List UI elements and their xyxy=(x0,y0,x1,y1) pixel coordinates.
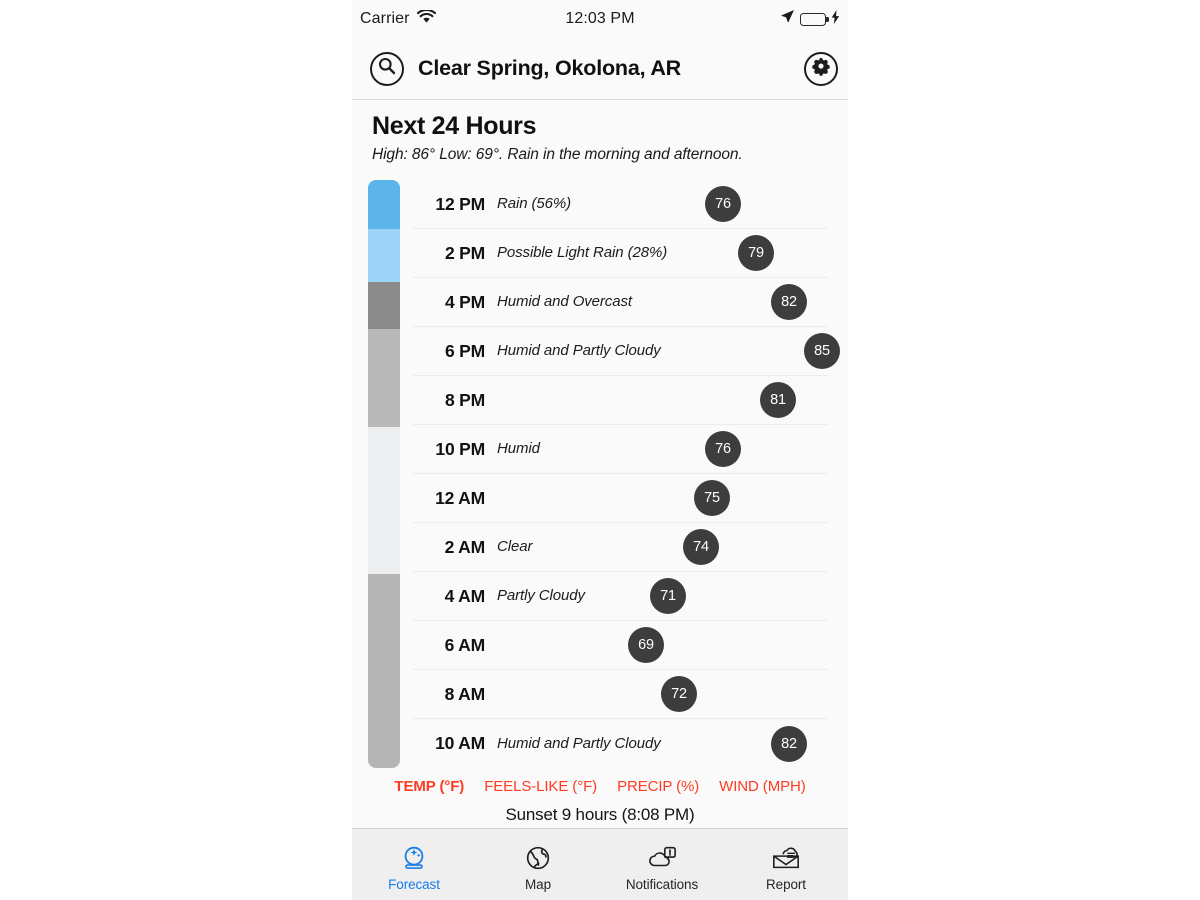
tab-report-label: Report xyxy=(766,876,806,892)
battery-icon xyxy=(800,12,829,26)
tab-notifications[interactable]: Notifications xyxy=(600,829,724,900)
hour-row[interactable]: 10 AM Humid and Partly Cloudy 82 xyxy=(413,719,828,768)
tab-forecast-label: Forecast xyxy=(388,876,440,892)
search-icon xyxy=(377,56,397,81)
temperature-bubble: 76 xyxy=(705,431,741,467)
hour-row[interactable]: 8 PM 81 xyxy=(413,376,828,425)
location-arrow-icon xyxy=(780,9,795,29)
temperature-bubble: 75 xyxy=(694,480,730,516)
nav-bar: Clear Spring, Okolona, AR xyxy=(352,38,848,100)
metric-tab[interactable]: TEMP (°F) xyxy=(394,778,464,795)
tab-notifications-label: Notifications xyxy=(625,876,699,892)
screenshot-canvas: Carrier 12:03 PM Clear Spring, Okolona, … xyxy=(0,0,1200,900)
settings-button[interactable] xyxy=(804,51,838,86)
section-header: Next 24 Hours High: 86° Low: 69°. Rain i… xyxy=(352,100,848,164)
sky-condition-bar xyxy=(368,180,400,768)
hour-row[interactable]: 6 PM Humid and Partly Cloudy 85 xyxy=(413,327,840,376)
temperature-bubble: 82 xyxy=(771,284,807,320)
hour-row[interactable]: 12 PM Rain (56%) 76 xyxy=(413,180,828,229)
phone-screen: Carrier 12:03 PM Clear Spring, Okolona, … xyxy=(352,0,848,900)
tab-report[interactable]: Report xyxy=(724,829,848,900)
metric-tab[interactable]: FEELS-LIKE (°F) xyxy=(484,778,597,795)
globe-icon xyxy=(523,842,553,874)
status-bar-right xyxy=(780,9,840,29)
sky-segment xyxy=(368,180,400,229)
temperature-bubble: 74 xyxy=(683,529,719,565)
lightning-bolt-icon xyxy=(831,9,840,29)
hour-condition: Partly Cloudy xyxy=(497,587,585,605)
bottom-tab-bar: Forecast Map Notifications Report xyxy=(352,828,848,900)
cloud-alert-icon xyxy=(646,842,678,874)
sky-segment xyxy=(368,427,400,574)
sky-segment xyxy=(368,574,400,768)
hour-condition: Humid and Overcast xyxy=(497,293,632,311)
hour-time: 4 AM xyxy=(444,585,486,606)
hour-time: 6 PM xyxy=(444,340,485,361)
sky-segment xyxy=(368,282,400,329)
hour-time: 8 PM xyxy=(444,389,485,410)
hour-condition: Humid and Partly Cloudy xyxy=(497,734,661,752)
tab-forecast[interactable]: Forecast xyxy=(352,829,476,900)
temperature-bubble: 72 xyxy=(661,676,697,712)
hourly-forecast-list: 12 PM Rain (56%) 76 2 PM Possible Light Rain… xyxy=(413,180,840,768)
hour-condition: Humid and Partly Cloudy xyxy=(497,342,661,360)
location-title[interactable]: Clear Spring, Okolona, AR xyxy=(418,56,681,81)
page-subtitle: High: 86° Low: 69°. Rain in the morning … xyxy=(372,146,743,163)
status-bar-clock: 12:03 PM xyxy=(565,10,635,27)
hour-time: 12 PM xyxy=(435,193,485,214)
forecast-area: 12 PM Rain (56%) 76 2 PM Possible Light Rain… xyxy=(352,180,848,770)
hour-time: 10 PM xyxy=(435,438,485,459)
hour-time: 2 PM xyxy=(444,242,485,263)
page-title: Next 24 Hours xyxy=(372,112,537,140)
tab-map[interactable]: Map xyxy=(476,829,600,900)
hour-time: 4 PM xyxy=(444,291,485,312)
hour-time: 10 AM xyxy=(435,733,485,753)
hour-condition: Possible Light Rain (28%) xyxy=(497,244,668,262)
tab-map-label: Map xyxy=(525,876,551,892)
temperature-bubble: 69 xyxy=(628,627,664,663)
hour-row[interactable]: 2 PM Possible Light Rain (28%) 79 xyxy=(413,229,828,278)
envelope-icon xyxy=(770,842,802,874)
hour-row[interactable]: 8 AM 72 xyxy=(413,670,828,719)
sky-segment xyxy=(368,329,400,427)
hour-row[interactable]: 2 AM Clear 74 xyxy=(413,523,828,572)
temperature-bubble: 76 xyxy=(705,186,741,222)
crystal-ball-icon xyxy=(399,842,429,874)
search-button[interactable] xyxy=(370,51,404,86)
temperature-bubble: 71 xyxy=(650,578,686,614)
hour-row[interactable]: 4 AM Partly Cloudy 71 xyxy=(413,572,828,621)
hour-row[interactable]: 10 PM Humid 76 xyxy=(413,425,828,474)
metric-tab[interactable]: WIND (MPH) xyxy=(719,778,806,795)
hour-condition: Rain (56%) xyxy=(497,195,572,213)
metric-tab[interactable]: PRECIP (%) xyxy=(617,778,699,795)
hour-row[interactable]: 6 AM 69 xyxy=(413,621,828,670)
hour-time: 2 AM xyxy=(444,536,486,557)
temperature-bubble: 81 xyxy=(760,382,796,418)
metric-tab-row: TEMP (°F) FEELS-LIKE (°F) PRECIP (%) WIND (… xyxy=(352,770,848,795)
hour-condition: Humid xyxy=(497,440,540,458)
hour-row[interactable]: 4 PM Humid and Overcast 82 xyxy=(413,278,828,327)
temperature-bubble: 82 xyxy=(771,725,807,762)
sunset-info: Sunset 9 hours (8:08 PM) xyxy=(505,805,695,824)
gear-icon xyxy=(810,55,832,82)
temperature-bubble: 85 xyxy=(804,333,840,369)
hour-time: 6 AM xyxy=(444,634,486,655)
hour-time: 12 AM xyxy=(435,487,485,508)
hour-condition: Clear xyxy=(497,538,533,556)
hour-time: 8 AM xyxy=(444,683,486,704)
status-bar: Carrier 12:03 PM xyxy=(352,0,848,38)
temperature-bubble: 79 xyxy=(738,235,774,271)
hour-row[interactable]: 12 AM 75 xyxy=(413,474,828,523)
sky-segment xyxy=(368,229,400,282)
